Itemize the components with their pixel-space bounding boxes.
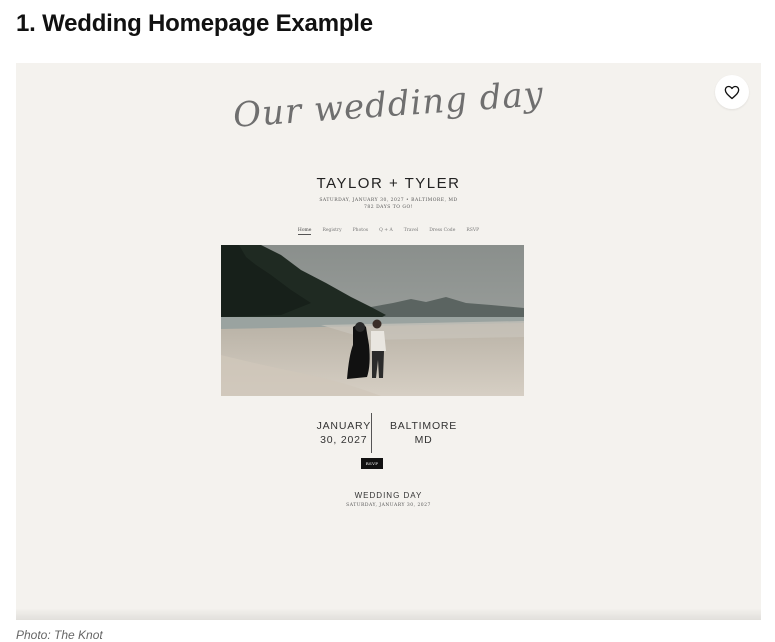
wedding-website: Our wedding day TAYLOR + TYLER SATURDAY,… <box>16 63 761 620</box>
script-title: Our wedding day <box>231 74 546 136</box>
nav-item-rsvp[interactable]: RSVP <box>466 228 479 235</box>
event-summary: JANUARY 30, 2027 BALTIMORE MD <box>16 413 761 455</box>
event-name: WEDDING DAY <box>354 491 423 500</box>
wedding-location: BALTIMORE MD <box>390 419 457 447</box>
nav-item-photos[interactable]: Photos <box>353 228 368 235</box>
nav-item-dress-code[interactable]: Dress Code <box>429 228 455 235</box>
article-heading: 1. Wedding Homepage Example <box>16 10 373 37</box>
favorite-button[interactable] <box>715 75 749 109</box>
nav-item-travel[interactable]: Travel <box>404 228 418 235</box>
hero-photo <box>221 245 524 396</box>
site-nav: Home Registry Photos Q + A Travel Dress … <box>16 228 761 235</box>
wedding-date: JANUARY 30, 2027 <box>317 419 371 447</box>
rsvp-button[interactable]: RSVP <box>361 458 383 469</box>
vertical-divider <box>371 413 372 453</box>
website-screenshot: Our wedding day TAYLOR + TYLER SATURDAY,… <box>16 63 761 620</box>
beach-couple-photo <box>221 245 524 396</box>
event-date: SATURDAY, JANUARY 30, 2027 <box>346 503 431 508</box>
date-month: JANUARY <box>316 420 371 432</box>
frame-bottom-shade <box>16 608 761 620</box>
location-city: BALTIMORE <box>390 420 458 432</box>
date-location-line: SATURDAY, JANUARY 30, 2027 • BALTIMORE, … <box>319 198 458 203</box>
location-state: MD <box>414 434 433 446</box>
countdown-text: 782 DAYS TO GO! <box>364 205 413 210</box>
photo-credit: Photo: The Knot <box>16 628 103 642</box>
nav-item-qa[interactable]: Q + A <box>379 228 393 235</box>
nav-item-home[interactable]: Home <box>297 228 312 235</box>
nav-item-registry[interactable]: Registry <box>322 228 341 235</box>
heart-icon <box>724 85 740 99</box>
couple-names: TAYLOR + TYLER <box>316 175 461 192</box>
date-day-year: 30, 2027 <box>320 434 368 446</box>
